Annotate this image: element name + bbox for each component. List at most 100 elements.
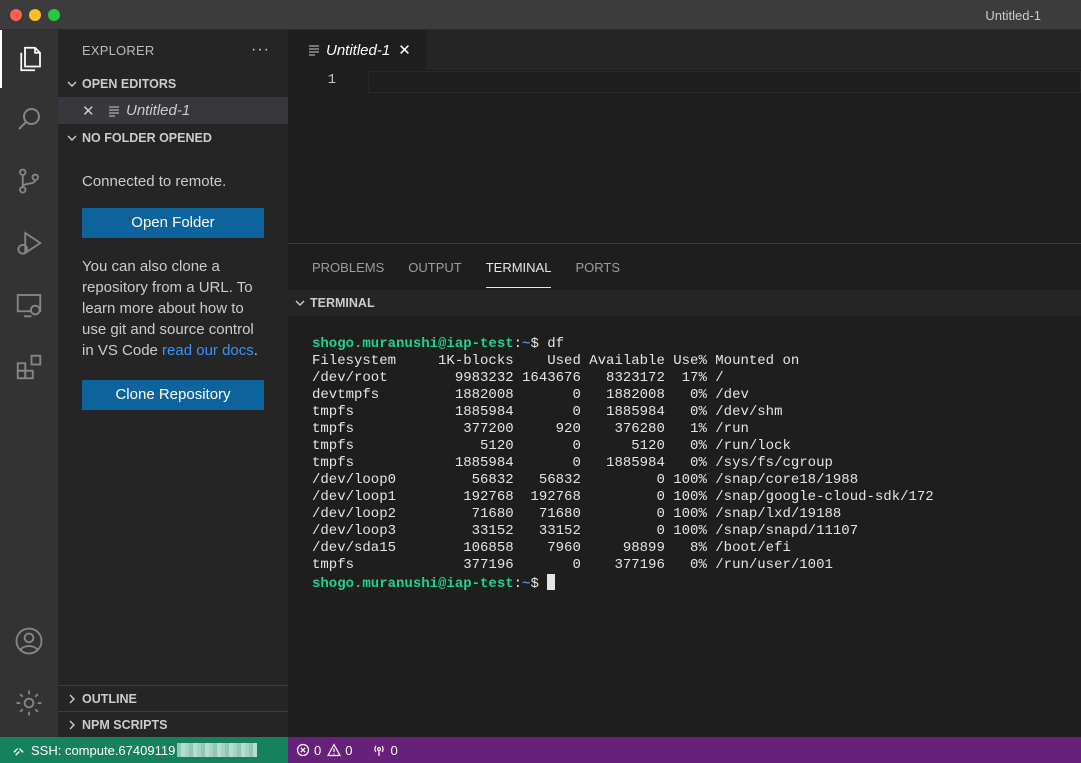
editor-text-area[interactable] (368, 71, 1081, 93)
problems-status[interactable]: 0 0 (296, 743, 352, 758)
file-lines-icon (309, 45, 319, 56)
prompt-user: shogo.muranushi@iap-test (312, 576, 514, 592)
ports-count: 0 (390, 742, 398, 758)
remote-indicator[interactable]: SSH: compute.67409119 (0, 737, 288, 763)
terminal-command: df (547, 336, 565, 352)
terminal-output-line: /dev/root 9983232 1643676 8323172 17% / (312, 370, 724, 386)
terminal-section-header[interactable]: TERMINAL (288, 290, 1081, 316)
prompt-separator: : (513, 576, 523, 592)
terminal-output-line: Filesystem 1K-blocks Used Available Use%… (312, 353, 800, 369)
close-tab-icon[interactable]: ✕ (398, 41, 411, 59)
chevron-right-icon (64, 691, 80, 707)
remote-label: SSH: compute.67409119 (31, 742, 176, 758)
account-icon (15, 627, 43, 655)
warning-icon (327, 743, 342, 757)
panel-tab-problems[interactable]: PROBLEMS (312, 244, 384, 288)
remote-icon (13, 747, 24, 756)
terminal-output-line: /dev/loop3 33152 33152 0 100% /snap/snap… (312, 523, 859, 539)
chevron-right-icon (64, 717, 80, 733)
terminal-prompt-line: shogo.muranushi@iap-test:~$ (312, 574, 1081, 593)
window-title: Untitled-1 (985, 8, 1041, 23)
status-bar: SSH: compute.67409119 0 0 0 (0, 737, 1081, 763)
broadcast-icon (374, 745, 385, 756)
sidebar-bottom-sections: OUTLINE NPM SCRIPTS (58, 685, 288, 737)
zoom-window-button[interactable] (48, 9, 60, 21)
open-editor-item[interactable]: ✕ Untitled-1 (58, 97, 288, 124)
line-number: 1 (327, 72, 336, 88)
connected-text: Connected to remote. (82, 173, 227, 190)
terminal-output-line: /dev/loop2 71680 71680 0 100% /snap/lxd/… (312, 506, 842, 522)
terminal-output-line: tmpfs 1885984 0 1885984 0% /dev/shm (312, 404, 783, 420)
minimize-window-button[interactable] (29, 9, 41, 21)
editor-tab-bar: Untitled-1 ✕ (288, 30, 1081, 70)
run-debug-icon (17, 231, 42, 255)
open-editor-name: Untitled-1 (126, 102, 191, 119)
run-debug-activity[interactable] (0, 214, 58, 272)
terminal-output-line: tmpfs 5120 0 5120 0% /run/lock (312, 438, 791, 454)
editor-area: Untitled-1 ✕ 1 (288, 30, 1081, 243)
clone-repository-button[interactable]: Clone Repository (82, 380, 264, 410)
search-activity[interactable] (0, 90, 58, 148)
editor-tab-name: Untitled-1 (326, 41, 391, 59)
open-editors-section[interactable]: OPEN EDITORS (58, 70, 288, 97)
files-icon (20, 46, 41, 72)
remote-explorer-icon (16, 294, 42, 318)
panel-tab-terminal[interactable]: TERMINAL (485, 244, 552, 288)
close-window-button[interactable] (10, 9, 22, 21)
clone-description: You can also clone a repository from a U… (82, 256, 264, 361)
no-folder-label: NO FOLDER OPENED (82, 130, 212, 145)
outline-section[interactable]: OUTLINE (58, 685, 288, 711)
terminal-section-label: TERMINAL (310, 296, 375, 310)
panel-tab-output[interactable]: OUTPUT (408, 244, 461, 288)
terminal-prompt-line: shogo.muranushi@iap-test:~$ df (312, 336, 1081, 353)
chevron-down-icon (64, 130, 80, 146)
warning-count: 0 (345, 742, 353, 758)
error-icon (296, 743, 310, 757)
prompt-symbol: $ (530, 576, 548, 592)
terminal-output-line: tmpfs 377200 920 376280 1% /run (312, 421, 749, 437)
sidebar-title: EXPLORER (82, 42, 155, 58)
file-lines-icon (109, 106, 119, 116)
npm-scripts-label: NPM SCRIPTS (82, 717, 168, 732)
open-folder-button[interactable]: Open Folder (82, 208, 264, 238)
title-bar: Untitled-1 (0, 0, 1081, 30)
activity-bar (0, 30, 58, 737)
chevron-down-icon (292, 295, 308, 311)
docs-link[interactable]: read our docs (162, 342, 254, 359)
remote-explorer-activity[interactable] (0, 276, 58, 334)
npm-scripts-section[interactable]: NPM SCRIPTS (58, 711, 288, 737)
terminal-cursor (547, 574, 556, 590)
ports-status[interactable]: 0 (372, 742, 398, 758)
source-control-activity[interactable] (0, 152, 58, 210)
redacted-host-mask (177, 743, 258, 757)
manage-activity[interactable] (0, 674, 58, 732)
sidebar-header: EXPLORER ··· (58, 30, 288, 70)
editor-tab[interactable]: Untitled-1 ✕ (288, 30, 426, 70)
chevron-down-icon (64, 76, 80, 92)
open-editors-label: OPEN EDITORS (82, 76, 177, 91)
terminal-output-line: tmpfs 377196 0 377196 0% /run/user/1001 (312, 557, 833, 573)
terminal-output-line: devtmpfs 1882008 0 1882008 0% /dev (312, 387, 749, 403)
terminal-output-line: /dev/loop0 56832 56832 0 100% /snap/core… (312, 472, 859, 488)
explorer-sidebar: EXPLORER ··· OPEN EDITORS ✕ Untitled-1 N… (58, 30, 288, 737)
no-folder-section[interactable]: NO FOLDER OPENED (58, 124, 288, 151)
outline-label: OUTLINE (82, 691, 137, 706)
extensions-icon (16, 354, 42, 380)
more-actions-icon[interactable]: ··· (251, 41, 270, 59)
extensions-activity[interactable] (0, 338, 58, 396)
close-editor-icon[interactable]: ✕ (82, 102, 96, 120)
search-icon (18, 108, 40, 130)
settings-gear-icon (16, 690, 42, 716)
panel-tab-ports[interactable]: PORTS (575, 244, 620, 288)
error-count: 0 (314, 742, 322, 758)
terminal-output-line: /dev/loop1 192768 192768 0 100% /snap/go… (312, 489, 934, 505)
terminal-output[interactable]: shogo.muranushi@iap-test:~$ df Filesystem… (288, 316, 1081, 593)
bottom-panel: PROBLEMS OUTPUT TERMINAL PORTS TERMINAL sho… (288, 243, 1081, 737)
accounts-activity[interactable] (0, 612, 58, 670)
panel-tabs: PROBLEMS OUTPUT TERMINAL PORTS (288, 244, 1081, 288)
source-control-icon (19, 168, 39, 194)
prompt-separator: : (513, 336, 523, 352)
explorer-activity[interactable] (0, 30, 58, 88)
welcome-view: Connected to remote. Open Folder You can… (58, 151, 288, 410)
clone-text-end: . (253, 342, 258, 359)
